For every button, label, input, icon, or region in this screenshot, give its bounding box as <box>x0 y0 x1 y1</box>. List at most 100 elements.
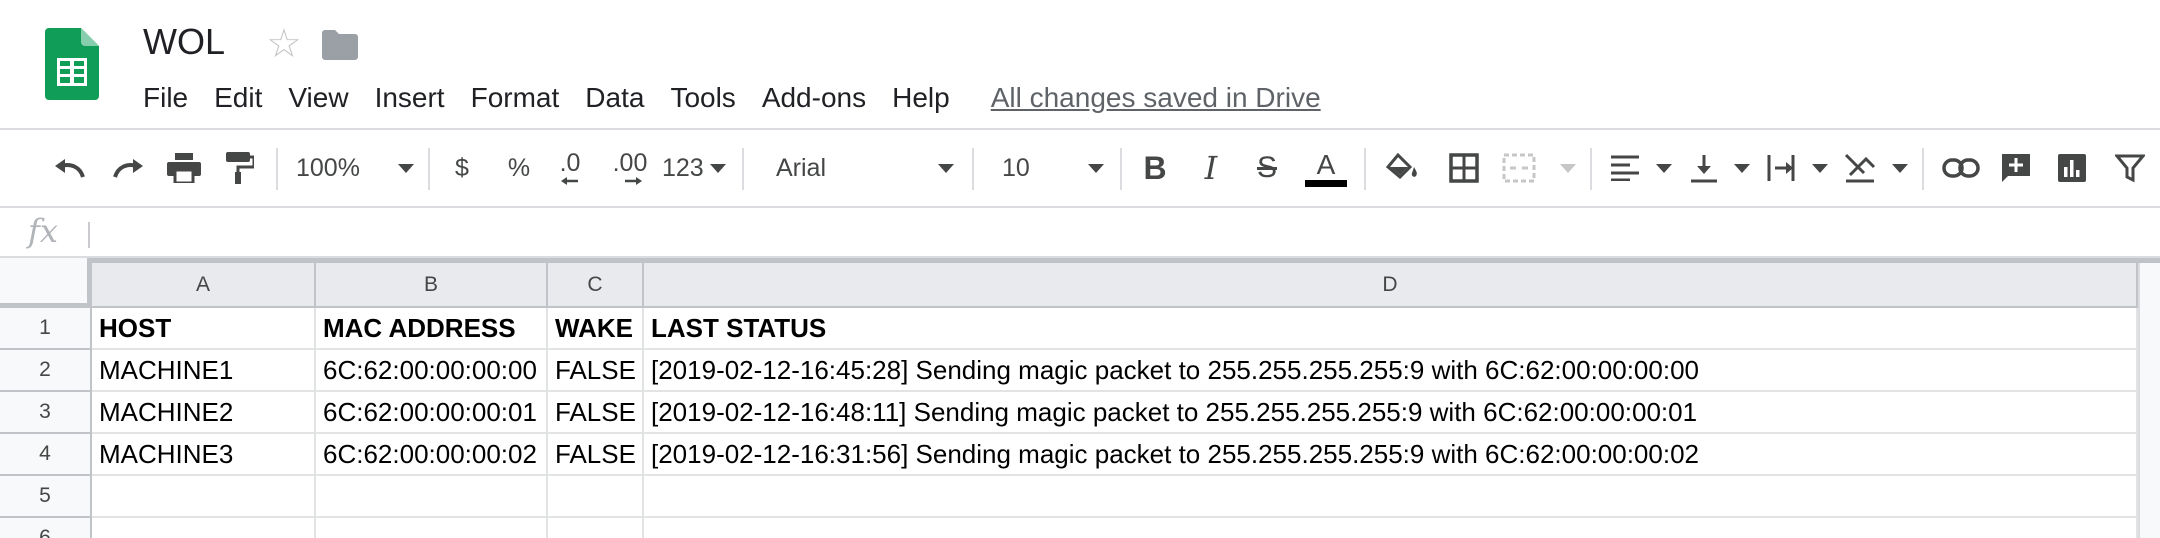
cell-b1[interactable]: MAC ADDRESS <box>316 308 548 350</box>
cell-b4[interactable]: 6C:62:00:00:00:02 <box>316 434 548 476</box>
insert-comment-icon[interactable] <box>1998 130 2034 206</box>
toolbar-separator <box>972 148 974 190</box>
app-header: WOL ☆ File Edit View Insert Format Data … <box>0 0 2160 128</box>
sheets-logo-icon[interactable] <box>45 28 99 100</box>
column-header-b[interactable]: B <box>316 263 548 308</box>
row-header[interactable]: 5 <box>0 476 92 518</box>
menu-insert[interactable]: Insert <box>362 79 458 117</box>
arrow-left-icon <box>561 177 578 185</box>
toolbar-separator <box>742 148 744 190</box>
decrease-decimal-button[interactable]: .0 <box>552 130 588 206</box>
chevron-down-icon <box>938 163 954 173</box>
menu-view[interactable]: View <box>275 79 361 117</box>
vertical-scrollbar-track[interactable] <box>2138 263 2160 538</box>
menu-help[interactable]: Help <box>879 79 963 117</box>
toolbar-separator <box>1120 148 1122 190</box>
font-family-select[interactable]: Arial <box>776 130 954 206</box>
text-wrap-button[interactable] <box>1766 130 1828 206</box>
cell-d1[interactable]: LAST STATUS <box>644 308 2138 350</box>
row-header[interactable]: 3 <box>0 392 92 434</box>
decrease-decimal-label: .0 <box>559 149 581 177</box>
cell-d4[interactable]: [2019-02-12-16:31:56] Sending magic pack… <box>644 434 2138 476</box>
row-header[interactable]: 1 <box>0 308 92 350</box>
formula-input[interactable] <box>100 212 2140 252</box>
cell-c4[interactable]: FALSE <box>548 434 644 476</box>
cell-a4[interactable]: MACHINE3 <box>92 434 316 476</box>
text-rotation-button[interactable] <box>1844 130 1908 206</box>
cell-d3[interactable]: [2019-02-12-16:48:11] Sending magic pack… <box>644 392 2138 434</box>
cell-c2[interactable]: FALSE <box>548 350 644 392</box>
font-size-select[interactable]: 10 <box>1002 130 1104 206</box>
fill-color-icon[interactable] <box>1384 130 1422 206</box>
merge-cells-button[interactable] <box>1502 130 1576 206</box>
vertical-align-button[interactable] <box>1690 130 1750 206</box>
insert-link-icon[interactable] <box>1940 130 1982 206</box>
cell-c3[interactable]: FALSE <box>548 392 644 434</box>
filter-icon[interactable] <box>2112 130 2148 206</box>
cell-b6[interactable] <box>316 518 548 538</box>
chevron-down-icon <box>1088 163 1104 173</box>
save-status-link[interactable]: All changes saved in Drive <box>991 79 1321 117</box>
cell-b3[interactable]: 6C:62:00:00:00:01 <box>316 392 548 434</box>
cell-d2[interactable]: [2019-02-12-16:45:28] Sending magic pack… <box>644 350 2138 392</box>
chevron-down-icon <box>1734 163 1750 173</box>
spreadsheet-grid: A B C D 1 2 3 4 5 6 HOST MAC ADDRESS WAK… <box>0 258 2160 538</box>
more-formats-select[interactable]: 123 <box>662 130 726 206</box>
cell-a2[interactable]: MACHINE1 <box>92 350 316 392</box>
text-color-button[interactable]: A <box>1304 130 1348 206</box>
column-header-c[interactable]: C <box>548 263 644 308</box>
row-header[interactable]: 2 <box>0 350 92 392</box>
chevron-down-icon <box>1812 163 1828 173</box>
star-icon[interactable]: ☆ <box>266 22 302 66</box>
menu-edit[interactable]: Edit <box>201 79 275 117</box>
strikethrough-icon[interactable]: S <box>1250 130 1284 206</box>
paint-format-icon[interactable] <box>222 130 258 206</box>
cell-c5[interactable] <box>548 476 644 518</box>
cell-a3[interactable]: MACHINE2 <box>92 392 316 434</box>
folder-icon[interactable] <box>322 30 358 60</box>
select-all-corner[interactable] <box>0 258 92 308</box>
horizontal-align-button[interactable] <box>1610 130 1672 206</box>
cell-a1[interactable]: HOST <box>92 308 316 350</box>
cell-b2[interactable]: 6C:62:00:00:00:00 <box>316 350 548 392</box>
row-header[interactable]: 6 <box>0 518 92 538</box>
italic-icon[interactable]: I <box>1196 130 1226 206</box>
increase-decimal-label: .00 <box>612 149 648 177</box>
cell-a6[interactable] <box>92 518 316 538</box>
document-title[interactable]: WOL <box>143 20 225 64</box>
row-header[interactable]: 4 <box>0 434 92 476</box>
percent-format-button[interactable]: % <box>502 130 536 206</box>
increase-decimal-button[interactable]: .00 <box>606 130 654 206</box>
currency-format-button[interactable]: $ <box>446 130 478 206</box>
toolbar-separator <box>1590 148 1592 190</box>
chevron-down-icon <box>398 163 414 173</box>
insert-chart-icon[interactable] <box>2054 130 2090 206</box>
text-color-icon: A <box>1316 148 1336 180</box>
cell-c1[interactable]: WAKE <box>548 308 644 350</box>
menu-format[interactable]: Format <box>458 79 573 117</box>
toolbar-separator <box>1364 148 1366 190</box>
toolbar-separator <box>428 148 430 190</box>
menu-data[interactable]: Data <box>572 79 657 117</box>
column-header-a[interactable]: A <box>92 263 316 308</box>
cell-d6[interactable] <box>644 518 2138 538</box>
menu-tools[interactable]: Tools <box>657 79 748 117</box>
toolbar: 100% $ % .0 .00 123 Arial 10 B I S A <box>0 128 2160 208</box>
zoom-select[interactable]: 100% <box>296 130 414 206</box>
redo-icon[interactable] <box>106 130 150 206</box>
bold-icon[interactable]: B <box>1140 130 1170 206</box>
cell-c6[interactable] <box>548 518 644 538</box>
menu-file[interactable]: File <box>130 79 201 117</box>
cell-b5[interactable] <box>316 476 548 518</box>
print-icon[interactable] <box>164 130 204 206</box>
menu-addons[interactable]: Add-ons <box>749 79 879 117</box>
align-left-icon <box>1611 155 1639 181</box>
zoom-value: 100% <box>296 153 360 182</box>
borders-icon[interactable] <box>1446 130 1482 206</box>
text-overflow-icon <box>1767 155 1795 181</box>
cell-a5[interactable] <box>92 476 316 518</box>
cell-d5[interactable] <box>644 476 2138 518</box>
undo-icon[interactable] <box>48 130 92 206</box>
formula-bar: fx <box>0 208 2160 258</box>
column-header-d[interactable]: D <box>644 263 2138 308</box>
